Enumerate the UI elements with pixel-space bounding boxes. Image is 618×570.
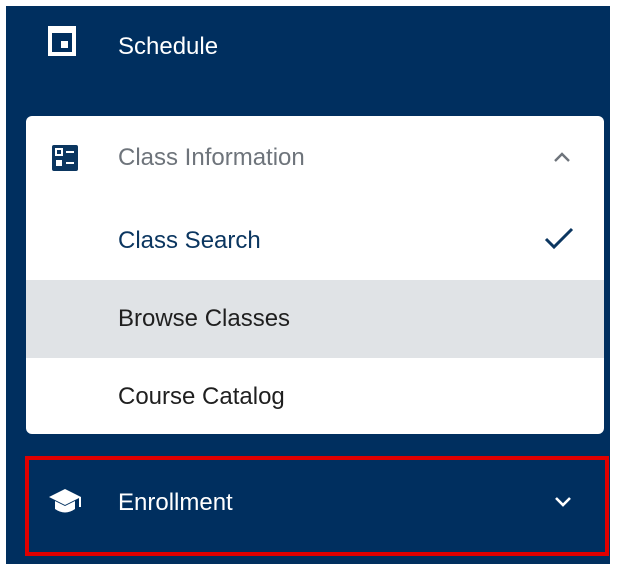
menu-item-label: Browse Classes <box>118 305 291 332</box>
nav-item-schedule[interactable]: Schedule <box>6 6 610 88</box>
chevron-up-icon <box>551 149 573 165</box>
menu-item-course-catalog[interactable]: Course Catalog <box>26 358 604 434</box>
graduation-cap-icon <box>48 488 82 516</box>
grid-list-icon <box>52 145 78 171</box>
class-information-toggle[interactable]: Class Information <box>26 116 604 202</box>
checkmark-icon <box>543 227 575 251</box>
navigation-panel: Schedule Class Information Class Search … <box>6 6 610 564</box>
calendar-icon <box>48 26 76 56</box>
menu-item-browse-classes[interactable]: Browse Classes <box>26 280 604 358</box>
class-information-label: Class Information <box>118 144 305 171</box>
menu-item-class-search[interactable]: Class Search <box>26 202 604 280</box>
menu-item-label: Course Catalog <box>118 383 285 410</box>
nav-item-enrollment[interactable]: Enrollment <box>6 453 610 555</box>
class-information-menu: Class Information Class Search Browse Cl… <box>26 116 604 434</box>
chevron-down-icon <box>553 495 573 509</box>
nav-item-label: Enrollment <box>118 489 233 516</box>
menu-item-label: Class Search <box>118 227 261 254</box>
nav-item-label: Schedule <box>118 33 219 60</box>
